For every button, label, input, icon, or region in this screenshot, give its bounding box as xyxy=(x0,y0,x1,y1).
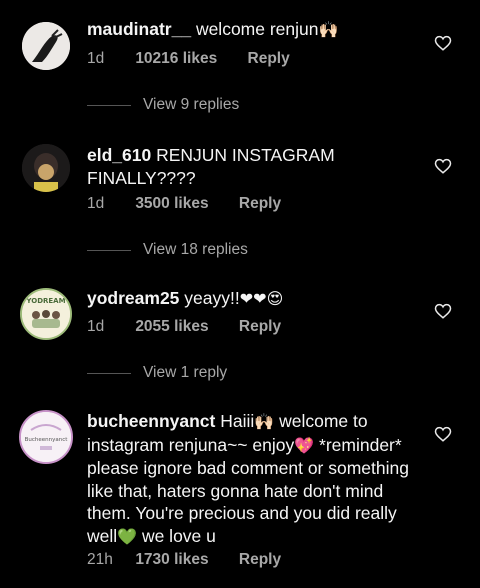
timestamp: 1d xyxy=(87,50,105,67)
reply-button[interactable]: Reply xyxy=(248,50,290,68)
avatar-logo-text: Bucheennyanct xyxy=(25,437,69,443)
view-replies-label: View 1 reply xyxy=(143,364,228,381)
avatar-person-photo-icon xyxy=(22,144,70,192)
hearts-heart-eyes-emoji-icon: ❤❤😍 xyxy=(239,289,284,308)
divider xyxy=(87,104,131,106)
timestamp: 1d xyxy=(87,195,105,212)
reply-button[interactable]: Reply xyxy=(239,318,281,336)
divider xyxy=(87,249,131,251)
timestamp: 1d xyxy=(87,318,105,335)
view-replies-label: View 18 replies xyxy=(143,241,248,258)
like-heart-icon[interactable] xyxy=(434,157,452,175)
comment-meta: 1d 10216 likes Reply xyxy=(87,50,290,68)
view-replies-label: View 9 replies xyxy=(143,96,240,113)
avatar-group-photo-icon: YODREAM xyxy=(22,290,70,338)
like-heart-icon[interactable] xyxy=(434,302,452,320)
green-heart-emoji-icon: 💚 xyxy=(117,526,138,546)
reply-button[interactable]: Reply xyxy=(239,551,281,569)
username[interactable]: yodream25 xyxy=(87,288,179,308)
username[interactable]: bucheennyanct xyxy=(87,411,215,431)
comment-text: yodream25 yeayy!!❤❤😍 xyxy=(87,287,427,311)
view-replies-button[interactable]: View 9 replies xyxy=(87,95,239,115)
likes-count[interactable]: 10216 likes xyxy=(135,50,217,68)
comment-meta: 1d 2055 likes Reply xyxy=(87,318,281,336)
raised-hands-emoji-icon: 🙌🏻 xyxy=(254,412,275,431)
username[interactable]: eld_610 xyxy=(87,145,151,165)
like-heart-icon[interactable] xyxy=(434,34,452,52)
comment-body-4: we love u xyxy=(141,525,216,546)
comment-body: welcome renjun xyxy=(195,19,319,39)
sparkling-heart-emoji-icon: 💖 xyxy=(294,435,315,455)
reply-button[interactable]: Reply xyxy=(239,195,281,213)
likes-count[interactable]: 2055 likes xyxy=(135,318,208,336)
avatar-logo-text: YODREAM xyxy=(25,297,65,305)
avatar-hand-drawing-icon xyxy=(22,22,70,70)
view-replies-button[interactable]: View 18 replies xyxy=(87,240,248,260)
comment-meta: 1d 3500 likes Reply xyxy=(87,195,281,213)
likes-count[interactable]: 1730 likes xyxy=(135,551,208,569)
avatar[interactable] xyxy=(22,144,70,192)
comment-body: yeayy!! xyxy=(184,288,240,308)
avatar[interactable]: YODREAM xyxy=(20,288,72,340)
like-heart-icon[interactable] xyxy=(434,425,452,443)
comment-body-1: Haiii xyxy=(220,411,255,431)
comment-text: bucheennyanct Haiii🙌🏻 welcome to instagr… xyxy=(87,410,427,548)
username[interactable]: maudinatr__ xyxy=(87,19,191,39)
avatar[interactable]: Bucheennyanct xyxy=(19,410,73,464)
avatar[interactable] xyxy=(22,22,70,70)
comment-text: eld_610 RENJUN INSTAGRAM FINALLY???? xyxy=(87,144,427,189)
comment-text: maudinatr__ welcome renjun🙌🏻 xyxy=(87,18,427,42)
comment-meta: 21h 1730 likes Reply xyxy=(87,551,281,569)
divider xyxy=(87,372,131,374)
likes-count[interactable]: 3500 likes xyxy=(135,195,208,213)
timestamp: 21h xyxy=(87,551,113,568)
view-replies-button[interactable]: View 1 reply xyxy=(87,363,227,383)
raised-hands-emoji-icon: 🙌🏻 xyxy=(318,20,339,39)
avatar-logo-icon: Bucheennyanct xyxy=(21,412,71,462)
